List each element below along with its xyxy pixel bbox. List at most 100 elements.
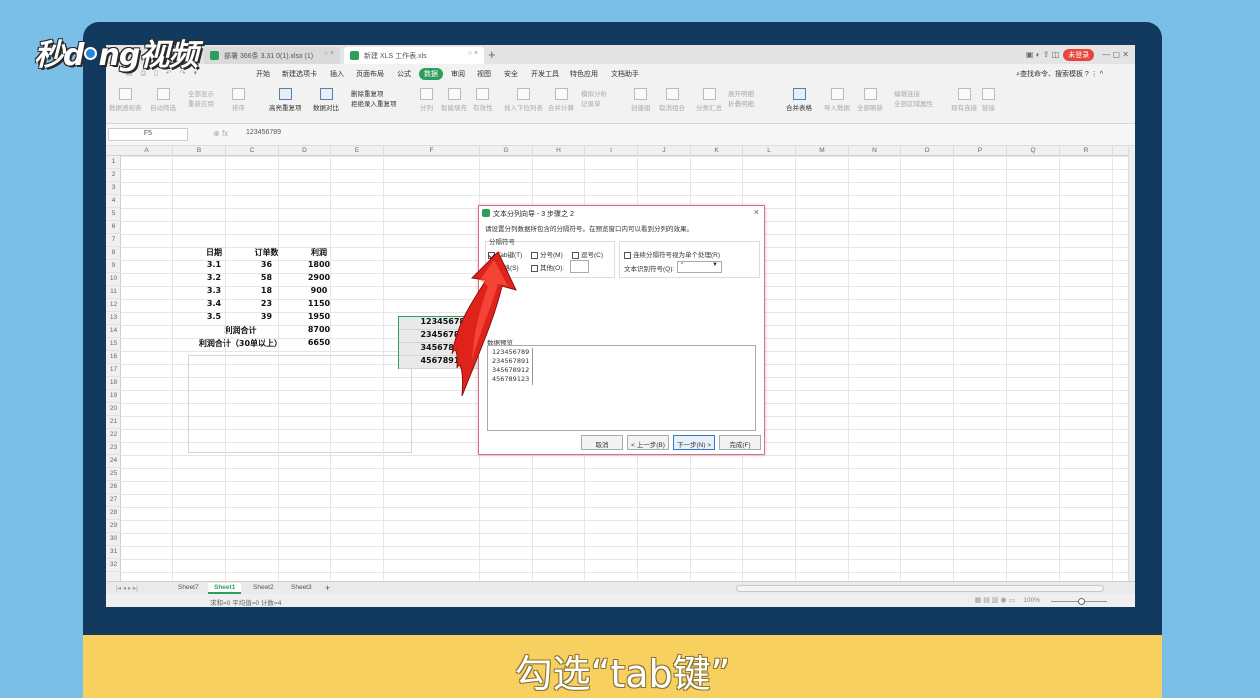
close-icon[interactable]: ○ × bbox=[324, 50, 334, 57]
menu-review[interactable]: 审阅 bbox=[451, 69, 465, 79]
ribbon-smart-fill[interactable]: 智能填充 bbox=[441, 88, 467, 112]
table-cell[interactable]: 2900 bbox=[293, 273, 345, 282]
ribbon-import-data[interactable]: 导入数据 bbox=[824, 88, 850, 112]
column-header-cell[interactable]: N bbox=[849, 146, 901, 156]
column-header-cell[interactable]: L bbox=[743, 146, 796, 156]
column-header-cell[interactable]: D bbox=[279, 146, 331, 156]
column-header-cell[interactable]: M bbox=[796, 146, 849, 156]
search-command[interactable]: ⌕查找命令、搜索模板 ? ⋮ ^ bbox=[1016, 69, 1103, 79]
next-button[interactable]: 下一步(N) > bbox=[673, 435, 715, 450]
total-value[interactable]: 8700 bbox=[293, 325, 345, 334]
maximize-icon[interactable]: ▢ bbox=[1113, 50, 1121, 59]
column-header-cell[interactable]: E bbox=[331, 146, 384, 156]
ribbon-text-to-columns[interactable]: 分列 bbox=[420, 88, 433, 112]
ribbon-group[interactable]: 创建组 bbox=[631, 88, 651, 112]
sheet-tab[interactable]: Sheet3 bbox=[285, 583, 318, 594]
row-header-cell[interactable]: 1 bbox=[106, 156, 121, 169]
consecutive-checkbox[interactable]: 连续分隔符号视为单个处理(R) bbox=[624, 249, 720, 259]
column-header-cell[interactable]: B bbox=[173, 146, 226, 156]
row-header-cell[interactable]: 13 bbox=[106, 312, 121, 325]
table-cell[interactable]: 1150 bbox=[293, 299, 345, 308]
cancel-button[interactable]: 取消 bbox=[581, 435, 623, 450]
row-header-cell[interactable]: 17 bbox=[106, 364, 121, 377]
menu-developer[interactable]: 开发工具 bbox=[531, 69, 559, 79]
row-header-cell[interactable]: 10 bbox=[106, 273, 121, 286]
row-header-cell[interactable]: 24 bbox=[106, 455, 121, 468]
table-cell[interactable]: 1950 bbox=[293, 312, 345, 321]
sheet-nav-icon[interactable]: |◂ ◂ ▸ ▸| bbox=[110, 583, 144, 594]
row-header-cell[interactable]: 16 bbox=[106, 351, 121, 364]
comma-checkbox[interactable]: 逗号(C) bbox=[572, 249, 603, 259]
header-date[interactable]: 日期 bbox=[188, 247, 240, 258]
horizontal-scrollbar[interactable] bbox=[736, 585, 1104, 592]
row-header-cell[interactable]: 15 bbox=[106, 338, 121, 351]
column-header-cell[interactable]: R bbox=[1060, 146, 1113, 156]
table-cell[interactable]: 3.3 bbox=[188, 286, 240, 295]
row-header-cell[interactable]: 23 bbox=[106, 442, 121, 455]
ribbon-duplicates-group[interactable]: 删除重复项 拒绝录入重复项 bbox=[351, 88, 397, 108]
skin-icon[interactable]: ◐ bbox=[1036, 50, 1041, 59]
table-cell[interactable]: 1800 bbox=[293, 260, 345, 269]
minimize-icon[interactable]: — bbox=[1102, 50, 1110, 59]
ribbon-detail[interactable]: 展开明细 折叠明细 bbox=[728, 88, 754, 108]
column-header-cell[interactable]: F bbox=[384, 146, 480, 156]
qualifier-select[interactable]: " ▼ bbox=[677, 261, 722, 273]
share-icon[interactable]: ⇪ bbox=[1043, 50, 1050, 59]
view-mode-icons[interactable]: ▦ ▤ ▥ ◉ ▭ bbox=[975, 596, 1015, 604]
header-profit[interactable]: 利润 bbox=[293, 247, 345, 258]
row-header-cell[interactable]: 9 bbox=[106, 260, 121, 273]
sheet-tab-active[interactable]: Sheet1 bbox=[208, 583, 242, 594]
column-header-cell[interactable]: A bbox=[121, 146, 173, 156]
row-header-cell[interactable]: 4 bbox=[106, 195, 121, 208]
table-cell[interactable]: 900 bbox=[293, 286, 345, 295]
row-header-cell[interactable]: 11 bbox=[106, 286, 121, 299]
semicolon-checkbox[interactable]: 分号(M) bbox=[531, 249, 563, 259]
ribbon-show-all[interactable]: 全部显示 重新应用 bbox=[188, 88, 214, 108]
table-cell[interactable]: 3.2 bbox=[188, 273, 240, 282]
layout-icon[interactable]: ▣ bbox=[1026, 50, 1034, 59]
finish-button[interactable]: 完成(F) bbox=[719, 435, 761, 450]
row-header-cell[interactable]: 18 bbox=[106, 377, 121, 390]
table-cell[interactable]: 23 bbox=[240, 299, 293, 308]
ribbon-data-compare[interactable]: 数据对比 bbox=[313, 88, 339, 112]
sheet-tab[interactable]: Sheet7 bbox=[172, 583, 205, 594]
close-icon[interactable]: × bbox=[754, 207, 759, 217]
ribbon-merge-tables[interactable]: 合并表格 bbox=[786, 88, 812, 112]
close-icon[interactable]: ○ × bbox=[468, 50, 478, 57]
column-header-cell[interactable]: I bbox=[585, 146, 638, 156]
sheet-tab[interactable]: Sheet2 bbox=[247, 583, 280, 594]
ribbon-dropdown-list[interactable]: 插入下拉列表 bbox=[504, 88, 543, 112]
row-header-cell[interactable]: 6 bbox=[106, 221, 121, 234]
fx-icon[interactable]: ⊕ fx bbox=[213, 129, 228, 138]
menu-security[interactable]: 安全 bbox=[504, 69, 518, 79]
row-header-cell[interactable]: 7 bbox=[106, 234, 121, 247]
menu-new-tab[interactable]: 新建选项卡 bbox=[282, 69, 317, 79]
column-header-cell[interactable]: C bbox=[226, 146, 279, 156]
row-header-cell[interactable]: 32 bbox=[106, 559, 121, 572]
data-preview[interactable]: 123456789 234567891 345678912 456789123 bbox=[487, 345, 756, 431]
row-header-cell[interactable]: 20 bbox=[106, 403, 121, 416]
column-header-cell[interactable]: J bbox=[638, 146, 691, 156]
file-tab-2[interactable]: 新建 XLS 工作表.xls ○ × bbox=[344, 47, 484, 64]
row-header-cell[interactable]: 31 bbox=[106, 546, 121, 559]
menu-features[interactable]: 特色应用 bbox=[570, 69, 598, 79]
menu-page-layout[interactable]: 页面布局 bbox=[356, 69, 384, 79]
table-cell[interactable]: 18 bbox=[240, 286, 293, 295]
table-cell[interactable]: 3.1 bbox=[188, 260, 240, 269]
row-header-cell[interactable]: 22 bbox=[106, 429, 121, 442]
row-header-cell[interactable]: 5 bbox=[106, 208, 121, 221]
menu-doc-assistant[interactable]: 文档助手 bbox=[611, 69, 639, 79]
total30-value[interactable]: 6650 bbox=[293, 338, 345, 347]
table-cell[interactable]: 3.5 bbox=[188, 312, 240, 321]
message-icon[interactable]: ◫ bbox=[1052, 50, 1060, 59]
file-tab-1[interactable]: 部署 366条 3.31 0(1).xlsx (1) ○ × bbox=[204, 47, 340, 64]
ribbon-validity[interactable]: 有效性 bbox=[473, 88, 493, 112]
ribbon-what-if[interactable]: 模拟分析 记录单 bbox=[581, 88, 607, 108]
header-orders[interactable]: 订单数 bbox=[240, 247, 293, 258]
ribbon-links[interactable]: 链接 bbox=[982, 88, 995, 112]
row-header-cell[interactable]: 14 bbox=[106, 325, 121, 338]
menu-start[interactable]: 开始 bbox=[256, 69, 270, 79]
name-box[interactable]: F5 bbox=[108, 128, 188, 141]
new-tab-button[interactable]: + bbox=[488, 47, 496, 62]
table-cell[interactable]: 36 bbox=[240, 260, 293, 269]
